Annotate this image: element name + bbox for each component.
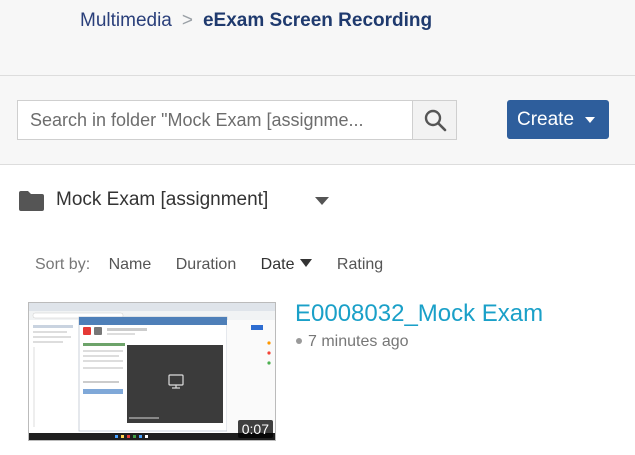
- folder-header: [18, 188, 45, 214]
- create-button[interactable]: Create: [507, 100, 609, 139]
- breadcrumb-link-multimedia[interactable]: Multimedia: [80, 10, 172, 31]
- sort-option-duration[interactable]: Duration: [176, 256, 236, 273]
- sort-option-name[interactable]: Name: [109, 256, 152, 273]
- sort-option-date-label: Date: [260, 256, 295, 273]
- toolbar: Create: [0, 76, 635, 165]
- sort-desc-arrow-icon: [300, 259, 313, 267]
- breadcrumb: Multimedia > eExam Screen Recording: [80, 8, 432, 34]
- create-button-label: Create: [517, 108, 575, 130]
- sort-label: Sort by:: [35, 256, 91, 273]
- search-button[interactable]: [412, 100, 457, 140]
- breadcrumb-separator: >: [181, 10, 193, 31]
- chevron-down-icon: [585, 117, 595, 123]
- folder-icon: [19, 191, 44, 211]
- search-input[interactable]: [17, 100, 412, 140]
- search-icon: [424, 109, 446, 132]
- media-title-link[interactable]: E0008032_Mock Exam: [295, 300, 543, 328]
- sort-bar: Sort by: Name Duration Date Rating: [35, 256, 403, 274]
- folder-title: Mock Exam [assignment]: [56, 189, 269, 210]
- sort-option-date[interactable]: Date: [261, 256, 313, 273]
- media-age: 7 minutes ago: [308, 333, 409, 350]
- media-meta: 7 minutes ago: [296, 333, 409, 351]
- header-band: Multimedia > eExam Screen Recording: [0, 0, 635, 76]
- breadcrumb-current: eExam Screen Recording: [202, 10, 433, 31]
- sort-option-rating[interactable]: Rating: [337, 256, 383, 273]
- duration-badge: 0:07: [237, 420, 273, 438]
- bullet-dot-icon: [296, 338, 302, 344]
- folder-menu-caret-icon[interactable]: [315, 197, 329, 205]
- media-thumbnail[interactable]: 0:07: [28, 302, 276, 441]
